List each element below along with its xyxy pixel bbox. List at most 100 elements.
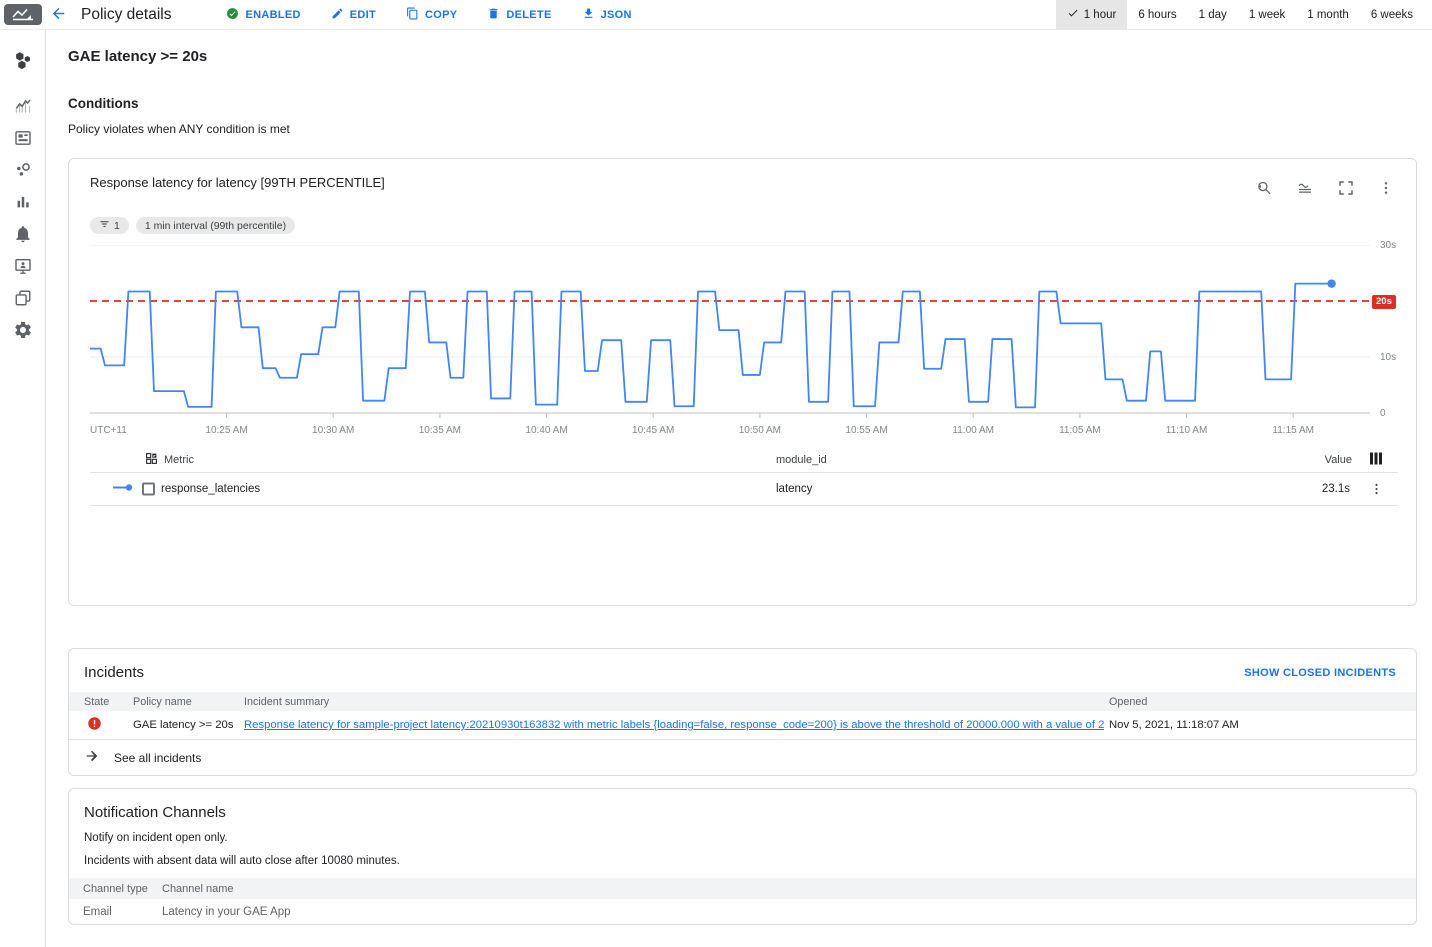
kebab-menu-icon	[1378, 180, 1394, 199]
incident-opened-time: Nov 5, 2021, 11:18:07 AM	[1109, 719, 1239, 731]
sidebar-item-overview[interactable]	[5, 46, 41, 78]
time-range-6-hours[interactable]: 6 hours	[1127, 1, 1187, 29]
copy-icon	[406, 7, 419, 23]
arrow-forward-icon	[84, 748, 100, 767]
chart-more-options-button[interactable]	[1374, 176, 1398, 203]
sidebar-item-dashboards[interactable]	[5, 123, 41, 155]
see-all-incidents-link[interactable]: See all incidents	[69, 740, 1416, 775]
trash-icon	[487, 7, 500, 23]
x-axis-tick-label: 11:15 AM	[1272, 425, 1314, 436]
hexagon-cluster-icon	[12, 50, 34, 75]
incidents-state-header: State	[84, 696, 109, 708]
columns-icon[interactable]	[1370, 453, 1382, 468]
x-axis-tick-label: 10:50 AM	[739, 425, 781, 436]
time-range-1-month[interactable]: 1 month	[1296, 1, 1360, 29]
conditions-subtext: Policy violates when ANY condition is me…	[68, 122, 1417, 136]
legend-row-menu-button[interactable]	[1365, 478, 1388, 501]
x-axis-tick-label: 10:30 AM	[312, 425, 354, 436]
error-icon	[87, 716, 102, 734]
sidebar-item-uptime-checks[interactable]	[5, 251, 41, 283]
incidents-title: Incidents	[84, 664, 144, 681]
bell-icon	[13, 224, 33, 247]
channel-type-value: Email	[83, 906, 112, 918]
threshold-lines-button[interactable]	[1292, 175, 1318, 204]
sidebar-item-metrics[interactable]	[5, 187, 41, 219]
time-range-selector: 1 hour 6 hours 1 day 1 week 1 month 6 we…	[1056, 0, 1424, 30]
threshold-badge: 20s	[1372, 295, 1396, 309]
x-axis-tick-label: 11:00 AM	[952, 425, 994, 436]
time-range-1-hour[interactable]: 1 hour	[1056, 0, 1128, 30]
x-axis-tick-label: 10:40 AM	[525, 425, 567, 436]
series-checkbox[interactable]	[142, 483, 155, 496]
pencil-icon	[331, 7, 344, 23]
enabled-status-button[interactable]: ENABLED	[226, 7, 300, 23]
x-axis-tick-label: 11:10 AM	[1166, 425, 1208, 436]
notification-channels-card: Notification Channels Notify on incident…	[68, 788, 1417, 925]
y-axis-tick-label: 30s	[1380, 240, 1396, 251]
y-axis-tick-label: 10s	[1380, 352, 1396, 363]
sidebar-item-services[interactable]	[5, 155, 41, 187]
channels-note-1: Notify on incident open only.	[84, 832, 1401, 844]
filter-chip[interactable]: 1	[90, 217, 129, 234]
gear-icon	[13, 320, 33, 343]
bar-chart-icon	[13, 192, 33, 215]
incident-summary-link[interactable]: Response latency for sample-project late…	[244, 719, 1104, 731]
interval-chip[interactable]: 1 min interval (99th percentile)	[136, 217, 295, 234]
zoom-reset-button[interactable]	[1251, 175, 1277, 204]
legend-header-row: Metric module_id Value	[90, 448, 1398, 473]
x-axis-tick-label: 10:25 AM	[205, 425, 247, 436]
delete-button[interactable]: DELETE	[487, 7, 551, 23]
dashboard-icon	[13, 128, 33, 151]
y-axis-tick-label: 0	[1380, 408, 1386, 419]
fullscreen-icon	[1337, 179, 1355, 200]
x-axis-tick-label: 10:35 AM	[419, 425, 461, 436]
series-line-marker	[113, 483, 133, 496]
channels-header-row: Channel type Channel name	[69, 878, 1416, 899]
grid-check-icon	[145, 452, 158, 468]
channel-row: Email Latency in your GAE App	[69, 899, 1416, 924]
legend-value-header: Value	[1325, 454, 1352, 466]
x-axis-tick-label: 10:55 AM	[845, 425, 887, 436]
sidebar-item-metrics-explorer[interactable]	[5, 91, 41, 123]
copy-button[interactable]: COPY	[406, 7, 457, 23]
time-range-6-weeks[interactable]: 6 weeks	[1360, 1, 1424, 29]
incidents-policy-header: Policy name	[133, 696, 192, 708]
conditions-heading: Conditions	[68, 96, 1417, 111]
condition-chart-card: Response latency for latency [99TH PERCE…	[68, 158, 1417, 606]
x-axis-utc-label: UTC+11	[90, 425, 127, 436]
sidebar-nav	[0, 30, 46, 947]
sidebar-item-settings[interactable]	[5, 315, 41, 347]
edit-button[interactable]: EDIT	[331, 7, 376, 23]
channel-type-header: Channel type	[83, 883, 148, 895]
monitoring-logo-icon[interactable]	[4, 4, 42, 25]
channels-title: Notification Channels	[84, 804, 1401, 821]
show-closed-incidents-button[interactable]: SHOW CLOSED INCIDENTS	[1244, 667, 1396, 679]
incidents-opened-header: Opened	[1109, 696, 1147, 708]
wave-lines-icon	[1296, 179, 1314, 200]
time-range-1-day[interactable]: 1 day	[1188, 1, 1238, 29]
top-app-bar: Policy details ENABLED EDIT COPY DELETE	[0, 0, 1432, 30]
time-range-1-week[interactable]: 1 week	[1238, 1, 1296, 29]
line-chart-icon	[13, 96, 33, 119]
legend-metric-header: Metric	[164, 454, 194, 466]
chart-title: Response latency for latency [99TH PERCE…	[90, 175, 385, 190]
channel-name-value: Latency in your GAE App	[162, 906, 291, 918]
legend-module-value: latency	[776, 483, 812, 495]
page-title: Policy details	[81, 6, 171, 24]
fullscreen-button[interactable]	[1333, 175, 1359, 204]
chart-plot-area[interactable]	[90, 245, 1370, 419]
incidents-header-row: State Policy name Incident summary Opene…	[69, 692, 1416, 711]
legend-row-response-latencies[interactable]: response_latencies latency 23.1s	[90, 473, 1398, 506]
latency-chart[interactable]: UTC+11 10:25 AM 10:30 AM 10:35 AM 10:40 AM 10…	[90, 245, 1370, 439]
incidents-card: Incidents SHOW CLOSED INCIDENTS State Po…	[68, 648, 1417, 776]
channels-note-2: Incidents with absent data will auto clo…	[84, 855, 1401, 867]
magnifier-icon	[1255, 179, 1273, 200]
sidebar-item-groups[interactable]	[5, 283, 41, 315]
sidebar-item-alerting[interactable]	[5, 219, 41, 251]
funnel-icon	[99, 219, 110, 233]
json-download-button[interactable]: JSON	[582, 7, 632, 23]
check-icon	[1067, 7, 1079, 22]
legend-module-header: module_id	[776, 454, 827, 466]
copy-stack-icon	[13, 288, 33, 311]
back-button[interactable]	[46, 1, 71, 29]
